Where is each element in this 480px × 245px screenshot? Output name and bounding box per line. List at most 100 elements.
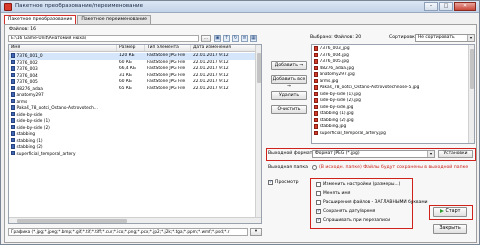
col-type[interactable]: Тип элемента	[145, 45, 191, 51]
check-icon: ✓	[316, 217, 321, 223]
selected-vscroll[interactable]	[468, 45, 474, 143]
jpg-file-icon	[314, 117, 318, 122]
ask-overwrite-label: Спрашивать при перезаписи	[323, 217, 391, 223]
checkbox-icon	[316, 190, 321, 196]
jpg-file-icon	[314, 124, 318, 129]
app-icon	[4, 3, 12, 11]
col-name[interactable]: Имя	[9, 45, 117, 51]
image-file-icon	[11, 72, 15, 77]
image-file-icon	[11, 131, 15, 136]
col-size[interactable]: Размер	[117, 45, 145, 51]
output-folder-text: (В исходн. папке) Файлы будут сохранены …	[319, 165, 469, 170]
selected-count-label: Выбрано: Файлов: 20	[310, 35, 362, 40]
selected-file-list[interactable]: 7376_003_jpg 7376_004.jpg 7376_005.jpg 4827…	[311, 44, 475, 144]
image-file-icon	[11, 66, 15, 71]
source-hscroll[interactable]	[9, 217, 261, 223]
folder-icon[interactable]: ▣	[214, 35, 221, 42]
jpg-file-icon	[314, 78, 318, 83]
output-folder-radio[interactable]: (В исходн. папке) Файлы будут сохранены …	[312, 165, 468, 170]
tab-panel: Файлов: 16 E:\16 Game-Unit\Анатомия нюха…	[4, 24, 477, 243]
window-controls: – □ ✕	[424, 2, 476, 11]
file-name: superficial_temporal_artery.jpg	[319, 130, 386, 136]
resize-label: Изменить настройки (размеры...)	[323, 181, 401, 187]
file-name: 7376_005	[16, 80, 38, 85]
output-folder-label: Выходная папка	[268, 165, 308, 170]
keep-date-checkbox[interactable]: ✓ Сохранять дату/время	[316, 208, 375, 214]
file-name: stabbing	[16, 132, 36, 137]
source-rows: 7376_001_0 120 КБ FastStone JPG File 22.01.…	[9, 53, 257, 157]
sort-select[interactable]: Не сортировать ▾	[415, 34, 475, 42]
file-name: 7376_002	[16, 60, 38, 66]
maximize-button[interactable]: □	[439, 2, 453, 11]
tab-batch-rename[interactable]: Пакетное переименование	[77, 15, 152, 24]
ext-upper-checkbox[interactable]: Расширения файлов - ЗАГЛАВНЫМИ буквами	[316, 199, 428, 205]
preview-label: Просмотр	[275, 180, 299, 185]
file-name: 7376_004	[16, 73, 38, 79]
window-title: Пакетное преобразование/переименование	[15, 3, 143, 9]
filter-dropdown-button[interactable]: ▾	[250, 228, 262, 236]
chevron-down-icon: ▾	[467, 35, 474, 41]
keep-date-label: Сохранять дату/время	[323, 208, 376, 214]
checkbox-icon	[316, 181, 321, 187]
image-file-icon	[11, 111, 15, 116]
close-button[interactable]: Закрыть	[433, 224, 467, 234]
jpg-file-icon	[314, 65, 318, 70]
filter-select[interactable]: Графика (*.jpg;*.jpeg;*.bmp;*.gif;*.tif;…	[8, 228, 248, 236]
resize-checkbox[interactable]: Изменить настройки (размеры...)	[316, 181, 400, 187]
image-file-icon	[11, 118, 15, 123]
image-file-icon	[11, 105, 15, 110]
minimize-button[interactable]: –	[424, 2, 438, 11]
clear-button[interactable]: Очистить	[271, 105, 307, 114]
jpg-file-icon	[314, 52, 318, 57]
up-folder-icon[interactable]: ↑	[223, 35, 230, 42]
browse-button[interactable]: ...	[201, 35, 211, 42]
image-file-icon	[11, 92, 15, 97]
view-icon[interactable]: ≡	[241, 35, 248, 42]
col-date[interactable]: Дата изменения	[191, 45, 257, 51]
source-list-header: Имя Размер Тип элемента Дата изменения	[9, 45, 261, 52]
image-file-icon	[11, 124, 15, 129]
file-name: stabbing (2)	[16, 145, 43, 150]
path-field[interactable]: E:\16 Game-Unit\Анатомия нюха\	[8, 35, 199, 42]
image-file-icon	[11, 59, 15, 64]
file-name: 7376_001_0	[16, 54, 43, 59]
start-button[interactable]: Старт	[433, 207, 467, 217]
checkbox-icon	[316, 199, 321, 205]
output-format-value: Формат JPEG (*.jpg)	[315, 151, 360, 156]
thumbnails-icon[interactable]: ▦	[250, 35, 257, 42]
check-icon: ✓	[316, 208, 321, 214]
rename-checkbox[interactable]: Менять имя	[316, 190, 350, 196]
jpg-file-icon	[314, 46, 318, 51]
source-vscroll[interactable]	[255, 45, 261, 223]
selected-rows: 7376_003_jpg 7376_004.jpg 7376_005.jpg 4827…	[312, 46, 470, 137]
output-format-select[interactable]: Формат JPEG (*.jpg) ▾	[312, 150, 435, 158]
add-all-button[interactable]: Добавить все →	[271, 75, 307, 89]
source-file-list[interactable]: Имя Размер Тип элемента Дата изменения 7…	[8, 44, 262, 224]
files-count-label: Файлов: 16	[9, 27, 37, 32]
close-window-button[interactable]: ✕	[454, 2, 476, 11]
jpg-file-icon	[314, 98, 318, 103]
ask-overwrite-checkbox[interactable]: ✓ Спрашивать при перезаписи	[316, 217, 390, 223]
image-file-icon	[11, 79, 15, 84]
play-icon	[439, 208, 444, 213]
settings-button[interactable]: Установки	[438, 150, 473, 158]
image-file-icon	[11, 98, 15, 103]
rename-label: Менять имя	[323, 190, 351, 196]
jpg-file-icon	[314, 59, 318, 64]
sort-value: Не сортировать	[418, 35, 455, 40]
remove-button[interactable]: Удалить	[271, 91, 307, 100]
preview-checkbox[interactable]: ✓ Просмотр	[268, 180, 299, 185]
image-file-icon	[11, 85, 15, 90]
output-format-label: Выходной формат	[268, 151, 313, 156]
add-button[interactable]: Добавить →	[271, 61, 307, 70]
refresh-icon[interactable]: ↻	[232, 35, 239, 42]
start-label: Старт	[445, 209, 461, 214]
table-row[interactable]: superficial_temporal_artery	[9, 150, 257, 158]
table-cell	[191, 151, 257, 158]
table-cell	[145, 151, 191, 158]
image-file-icon	[11, 137, 15, 142]
list-item[interactable]: superficial_temporal_artery.jpg	[312, 130, 470, 138]
file-name: superficial_temporal_artery	[16, 151, 76, 157]
table-cell: superficial_temporal_artery	[9, 150, 117, 158]
jpg-file-icon	[314, 130, 318, 135]
